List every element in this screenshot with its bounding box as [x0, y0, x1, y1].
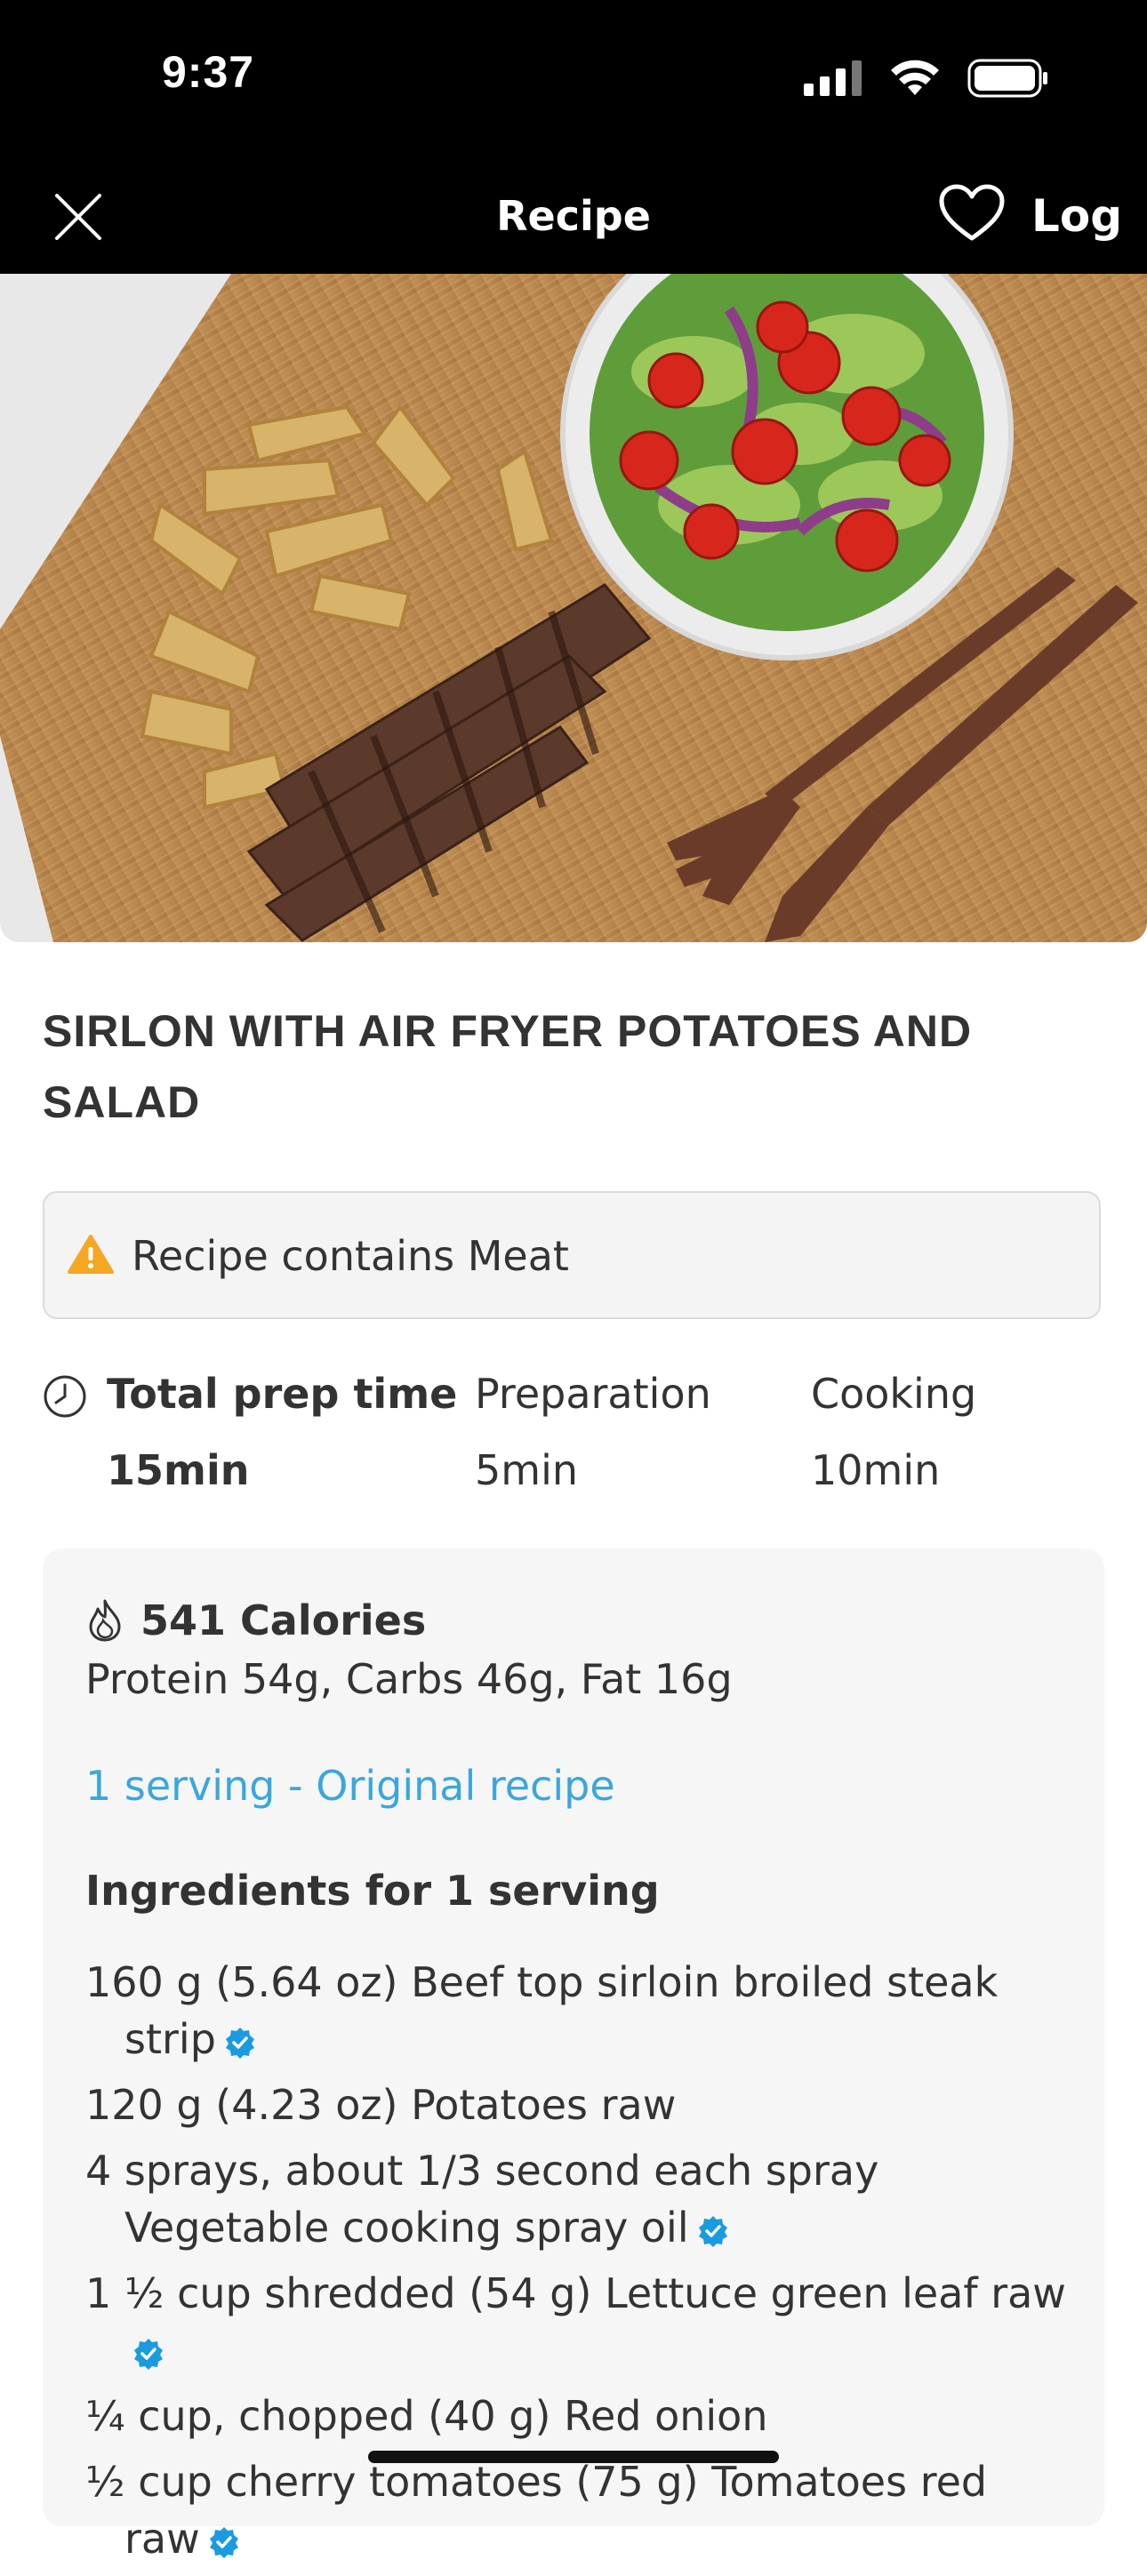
verified-icon	[225, 2027, 254, 2059]
prep-times: Total prep time 15min Preparation 5min C…	[43, 1369, 1101, 1502]
calories-text: 541 Calories	[140, 1596, 427, 1644]
status-bar: 9:37	[0, 0, 1147, 151]
verified-icon	[209, 2526, 238, 2558]
ingredient-item[interactable]: 4 sprays, about 1/3 second each spray Ve…	[85, 2142, 1072, 2256]
serving-link[interactable]: 1 serving - Original recipe	[85, 1762, 615, 1810]
log-button[interactable]: Log	[1031, 190, 1122, 242]
recipe-title: SIRLON WITH AIR FRYER POTATOES AND SALAD	[43, 1006, 973, 1127]
warning-text: Recipe contains Meat	[132, 1232, 569, 1280]
total-prep-value: 15min	[107, 1446, 250, 1494]
ingredient-item[interactable]: 1 ½ cup shredded (54 g) Lettuce green le…	[85, 2265, 1072, 2379]
wifi-icon	[891, 60, 939, 95]
preparation-column: Preparation 5min	[475, 1369, 711, 1495]
battery-icon	[967, 59, 1047, 98]
verified-icon	[698, 2215, 727, 2247]
ingredient-text: 1 ½ cup shredded (54 g) Lettuce green le…	[85, 2269, 1066, 2317]
nav-bar: Recipe Log	[0, 151, 1147, 274]
heart-icon[interactable]	[938, 183, 1006, 244]
cooking-value: 10min	[811, 1446, 941, 1494]
macros-text: Protein 54g, Carbs 46g, Fat 16g	[85, 1655, 733, 1703]
ingredients-list: 160 g (5.64 oz) Beef top sirloin broiled…	[85, 1954, 1072, 2576]
preparation-value: 5min	[475, 1446, 579, 1494]
ingredient-item[interactable]: ¼ cup, chopped (40 g) Red onion	[85, 2388, 1072, 2444]
ingredient-text: ¼ cup, chopped (40 g) Red onion	[85, 2392, 768, 2440]
ingredient-item[interactable]: ½ cup cherry tomatoes (75 g) Tomatoes re…	[85, 2453, 1072, 2567]
calories-row: 541 Calories	[85, 1596, 426, 1644]
flame-icon	[89, 1599, 121, 1642]
cooking-label: Cooking	[811, 1370, 977, 1418]
recipe-hero-image	[0, 274, 1147, 942]
total-prep-column: Total prep time 15min	[107, 1369, 457, 1495]
ingredients-heading: Ingredients for 1 serving	[85, 1867, 660, 1915]
status-time: 9:37	[162, 47, 255, 97]
ingredient-text: 4 sprays, about 1/3 second each spray Ve…	[85, 2147, 879, 2252]
ingredient-item[interactable]: 120 g (4.23 oz) Potatoes raw	[85, 2076, 1072, 2133]
verified-icon	[134, 2338, 163, 2370]
cooking-column: Cooking 10min	[811, 1369, 976, 1495]
nutrition-card: 541 Calories Protein 54g, Carbs 46g, Fat…	[43, 1548, 1104, 2563]
ingredient-text: 120 g (4.23 oz) Potatoes raw	[85, 2081, 677, 2129]
preparation-label: Preparation	[475, 1370, 711, 1418]
ingredient-item[interactable]: 160 g (5.64 oz) Beef top sirloin broiled…	[85, 1954, 1072, 2068]
home-indicator	[368, 2451, 779, 2463]
total-prep-label: Total prep time	[107, 1370, 458, 1418]
clock-icon	[44, 1375, 86, 1418]
signal-icon	[804, 60, 862, 96]
status-icons	[804, 59, 1049, 98]
warning-icon	[68, 1235, 114, 1274]
meat-warning-banner: Recipe contains Meat	[43, 1191, 1101, 1319]
